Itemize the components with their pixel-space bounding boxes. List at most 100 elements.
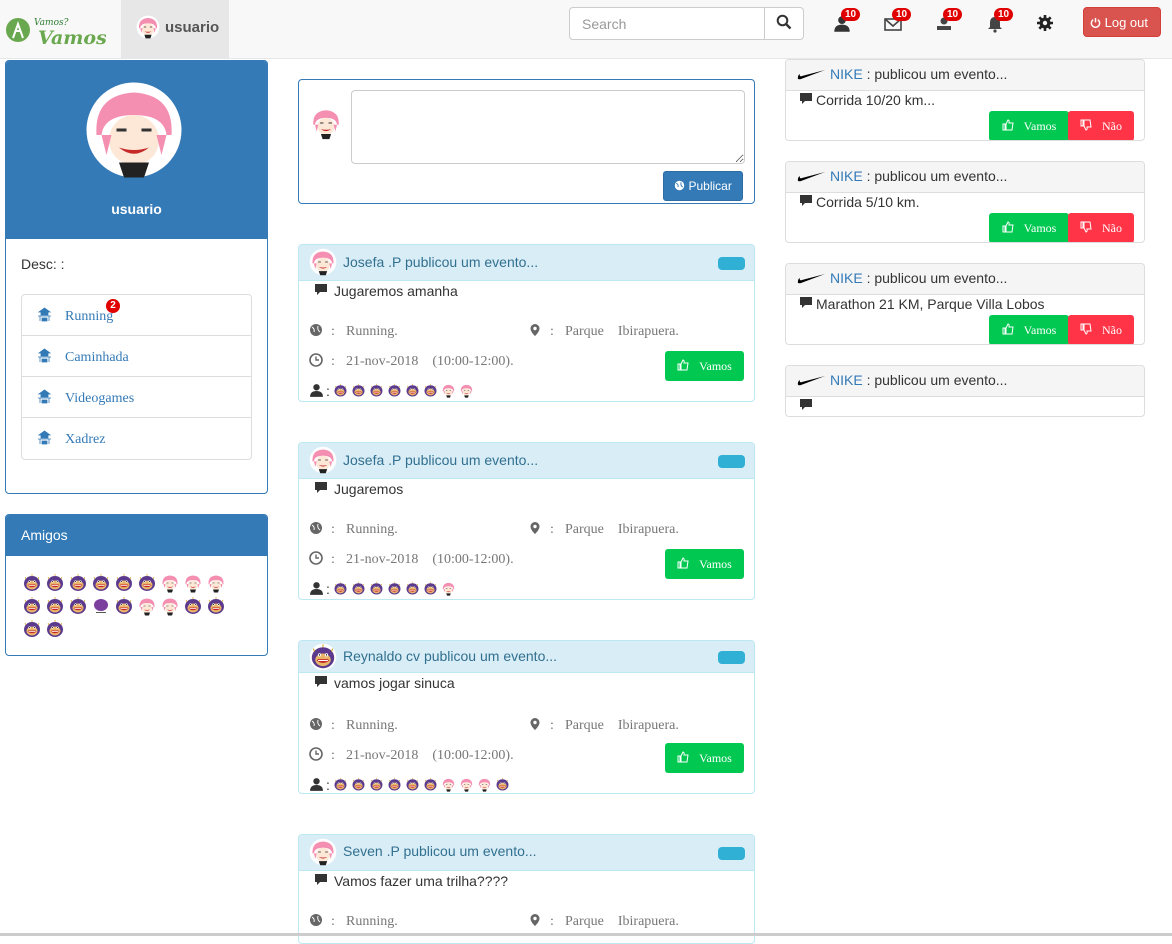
attendee-avatar[interactable] bbox=[423, 383, 438, 398]
friend-avatar[interactable] bbox=[114, 573, 134, 593]
post-category: Running. bbox=[346, 522, 398, 537]
friend-avatar[interactable] bbox=[114, 596, 134, 616]
attendee-avatar[interactable] bbox=[495, 777, 510, 792]
friend-avatar[interactable] bbox=[206, 573, 226, 593]
events-button[interactable]: 10 bbox=[935, 8, 963, 35]
sponsor-name[interactable]: NIKE bbox=[830, 270, 863, 286]
app-logo[interactable]: Vamos? Vamos! bbox=[4, 12, 115, 49]
friend-avatar[interactable] bbox=[68, 596, 88, 616]
attendee-avatar[interactable] bbox=[369, 777, 384, 792]
friend-avatar[interactable] bbox=[45, 573, 65, 593]
sponsor-event: NIKE : publicou um evento... bbox=[785, 365, 1145, 417]
vamos-button[interactable]: Vamos bbox=[989, 213, 1069, 242]
category-label[interactable]: Caminhada bbox=[65, 350, 129, 365]
friend-avatar[interactable] bbox=[45, 596, 65, 616]
category-item-caminhada[interactable]: Caminhada bbox=[22, 336, 251, 377]
nao-button[interactable]: Não bbox=[1068, 315, 1134, 344]
globe-icon bbox=[309, 717, 323, 731]
category-label[interactable]: Videogames bbox=[65, 391, 134, 406]
sponsor-name[interactable]: NIKE bbox=[830, 168, 863, 184]
vamos-button[interactable]: Vamos bbox=[989, 315, 1069, 344]
nao-button[interactable]: Não bbox=[1068, 213, 1134, 242]
attendee-avatar[interactable] bbox=[441, 581, 456, 596]
post-author[interactable]: Josefa .P bbox=[343, 452, 401, 468]
post-category: Running. bbox=[346, 324, 398, 339]
attendee-avatar[interactable] bbox=[369, 581, 384, 596]
friend-avatar[interactable] bbox=[68, 573, 88, 593]
attendee-avatar[interactable] bbox=[351, 777, 366, 792]
author-avatar[interactable] bbox=[309, 247, 337, 277]
search-input[interactable] bbox=[569, 7, 765, 40]
attendee-avatar[interactable] bbox=[459, 383, 474, 398]
sponsor-name[interactable]: NIKE bbox=[830, 372, 863, 388]
attendee-avatar[interactable] bbox=[441, 383, 456, 398]
nao-button[interactable]: Não bbox=[1068, 111, 1134, 140]
attendee-avatar[interactable] bbox=[405, 383, 420, 398]
friend-avatar[interactable] bbox=[22, 596, 42, 616]
friend-avatar[interactable] bbox=[91, 596, 111, 616]
sponsor-name[interactable]: NIKE bbox=[830, 66, 863, 82]
friend-avatar[interactable] bbox=[137, 573, 157, 593]
attendee-avatar[interactable] bbox=[387, 581, 402, 596]
attendee-avatar[interactable] bbox=[351, 383, 366, 398]
vamos-label: Vamos bbox=[699, 751, 732, 765]
search-button[interactable] bbox=[764, 7, 804, 40]
author-avatar[interactable] bbox=[309, 642, 337, 672]
attendee-avatar[interactable] bbox=[333, 777, 348, 792]
attendee-avatar[interactable] bbox=[369, 383, 384, 398]
friend-avatar[interactable] bbox=[22, 619, 42, 639]
attendee-avatar[interactable] bbox=[405, 777, 420, 792]
author-avatar[interactable] bbox=[309, 837, 337, 867]
vamos-button[interactable]: Vamos bbox=[665, 743, 744, 773]
sponsor-action: : publicou um evento... bbox=[866, 66, 1008, 82]
category-list: Running 2 Caminhada Videogames Xadrez bbox=[21, 294, 252, 460]
friend-avatar[interactable] bbox=[22, 573, 42, 593]
vamos-button[interactable]: Vamos bbox=[665, 549, 744, 579]
category-label[interactable]: Xadrez bbox=[65, 432, 105, 447]
friend-requests-button[interactable]: 10 bbox=[833, 8, 861, 35]
attendee-avatar[interactable] bbox=[405, 581, 420, 596]
publish-button[interactable]: Publicar bbox=[663, 171, 743, 201]
post-textarea[interactable] bbox=[351, 90, 745, 164]
settings-button[interactable] bbox=[1036, 14, 1058, 36]
vamos-button[interactable]: Vamos bbox=[989, 111, 1069, 140]
attendee-avatar[interactable] bbox=[387, 383, 402, 398]
category-item-xadrez[interactable]: Xadrez bbox=[22, 418, 251, 459]
attendee-avatar[interactable] bbox=[423, 777, 438, 792]
attendee-avatar[interactable] bbox=[477, 777, 492, 792]
friend-avatar[interactable] bbox=[160, 573, 180, 593]
category-item-running[interactable]: Running 2 bbox=[22, 295, 251, 336]
attendee-avatar[interactable] bbox=[333, 383, 348, 398]
nike-swoosh-icon bbox=[796, 271, 826, 285]
pagoda-icon bbox=[37, 348, 52, 363]
author-avatar[interactable] bbox=[309, 445, 337, 475]
category-item-videogames[interactable]: Videogames bbox=[22, 377, 251, 418]
sponsor-event: NIKE : publicou um evento... Corrida 10/… bbox=[785, 59, 1145, 141]
attendee-avatar[interactable] bbox=[441, 777, 456, 792]
attendee-avatar[interactable] bbox=[351, 581, 366, 596]
friends-title: Amigos bbox=[6, 515, 267, 556]
friend-avatar[interactable] bbox=[183, 596, 203, 616]
logout-button[interactable]: Log out bbox=[1083, 7, 1161, 37]
friend-avatar[interactable] bbox=[206, 596, 226, 616]
notifications-button[interactable]: 10 bbox=[986, 8, 1014, 35]
post-author[interactable]: Reynaldo cv bbox=[343, 648, 420, 664]
vamos-button[interactable]: Vamos bbox=[665, 351, 744, 381]
profile-avatar[interactable] bbox=[84, 80, 184, 180]
attendee-avatar[interactable] bbox=[459, 777, 474, 792]
friend-avatar[interactable] bbox=[91, 573, 111, 593]
friend-avatar[interactable] bbox=[160, 596, 180, 616]
attendee-avatar[interactable] bbox=[387, 777, 402, 792]
messages-button[interactable]: 10 bbox=[884, 8, 912, 35]
comment-icon bbox=[799, 398, 813, 412]
friend-avatar[interactable] bbox=[45, 619, 65, 639]
category-label[interactable]: Running bbox=[65, 309, 113, 324]
post-author[interactable]: Seven .P bbox=[343, 843, 400, 859]
post-author[interactable]: Josefa .P bbox=[343, 254, 401, 270]
current-user-tab[interactable]: usuario bbox=[121, 0, 229, 59]
friend-avatar[interactable] bbox=[137, 596, 157, 616]
friend-avatar[interactable] bbox=[183, 573, 203, 593]
attendee-avatar[interactable] bbox=[423, 581, 438, 596]
attendee-avatar[interactable] bbox=[333, 581, 348, 596]
post-badge bbox=[718, 257, 745, 270]
